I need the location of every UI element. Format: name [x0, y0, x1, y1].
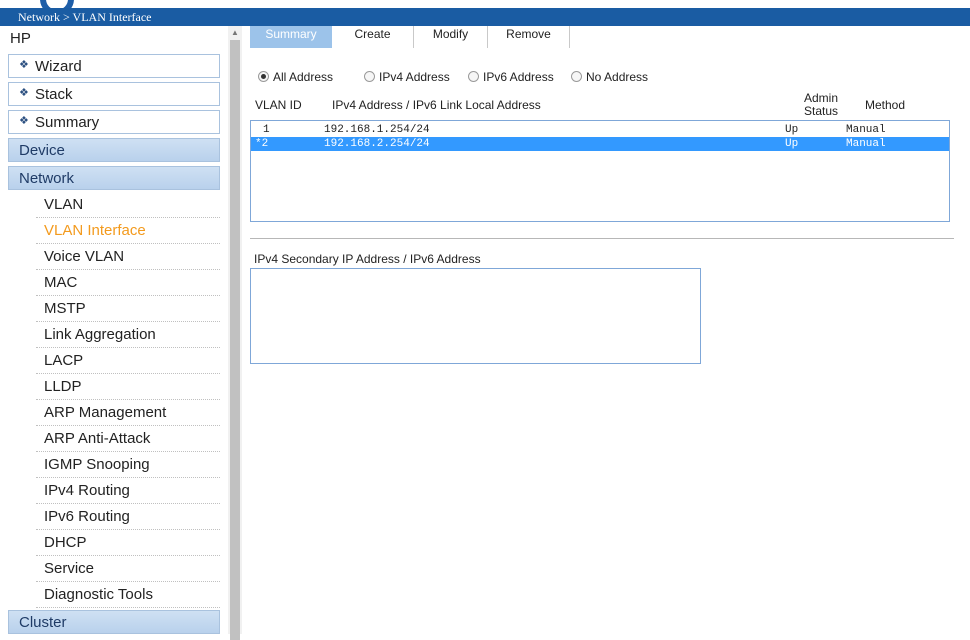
sidebar-item-arp-management[interactable]: ARP Management [36, 400, 220, 426]
radio-no-address[interactable]: No Address [571, 70, 648, 84]
sidebar-item-label: VLAN Interface [44, 222, 146, 239]
main-content: Summary Create Modify Remove All Address… [242, 26, 970, 634]
cell-address: 192.168.1.254/24 [324, 124, 430, 136]
radio-ipv6-address[interactable]: IPv6 Address [468, 70, 554, 84]
sidebar-item-ipv4-routing[interactable]: IPv4 Routing [36, 478, 220, 504]
sidebar-item-service[interactable]: Service [36, 556, 220, 582]
sidebar-item-vlan[interactable]: VLAN [36, 192, 220, 218]
sidebar-category-label: Device [19, 142, 65, 159]
table-row[interactable]: 1 192.168.1.254/24 Up Manual [251, 123, 949, 137]
sidebar-category-cluster[interactable]: Cluster [8, 610, 220, 634]
sidebar-item-arp-anti-attack[interactable]: ARP Anti-Attack [36, 426, 220, 452]
radio-selected-icon[interactable] [258, 71, 269, 82]
sidebar-item-wizard[interactable]: ❖ Wizard [8, 54, 220, 78]
column-header-method: Method [865, 98, 906, 112]
column-header-admin-status: Admin Status [804, 92, 838, 118]
radio-label: IPv6 Address [483, 70, 554, 84]
radio-label: IPv4 Address [379, 70, 450, 84]
sidebar-category-label: Network [19, 170, 75, 187]
radio-unselected-icon[interactable] [571, 71, 582, 82]
sidebar-item-label: LLDP [44, 378, 82, 395]
sidebar-item-label: Stack [35, 86, 73, 103]
sidebar-item-label: Link Aggregation [44, 326, 156, 343]
sidebar-item-mstp[interactable]: MSTP [36, 296, 220, 322]
diamond-bullet-icon: ❖ [19, 87, 29, 99]
cell-method: Manual [846, 124, 886, 136]
cell-admin-status: Up [785, 138, 799, 150]
secondary-address-table[interactable] [250, 268, 701, 364]
sidebar-item-label: IPv6 Routing [44, 508, 130, 525]
cell-admin-status: Up [785, 124, 799, 136]
secondary-address-label: IPv4 Secondary IP Address / IPv6 Address [254, 252, 481, 266]
diamond-bullet-icon: ❖ [19, 59, 29, 71]
sidebar-item-lldp[interactable]: LLDP [36, 374, 220, 400]
sidebar-item-label: IPv4 Routing [44, 482, 130, 499]
sidebar-item-label: MAC [44, 274, 78, 291]
sidebar-item-igmp-snooping[interactable]: IGMP Snooping [36, 452, 220, 478]
sidebar: HP ❖ Wizard ❖ Stack ❖ Summary Device Net… [0, 26, 228, 634]
radio-unselected-icon[interactable] [468, 71, 479, 82]
radio-unselected-icon[interactable] [364, 71, 375, 82]
table-row-selected[interactable]: *2 192.168.2.254/24 Up Manual [251, 137, 949, 151]
breadcrumb-bar: Network > VLAN Interface [0, 8, 970, 26]
cell-vlan-id: *2 [255, 138, 269, 150]
sidebar-category-device[interactable]: Device [8, 138, 220, 162]
sidebar-item-dhcp[interactable]: DHCP [36, 530, 220, 556]
sidebar-root-hp[interactable]: HP [10, 30, 31, 47]
sidebar-item-diagnostic-tools[interactable]: Diagnostic Tools [36, 582, 220, 608]
cell-address: 192.168.2.254/24 [324, 138, 430, 150]
section-divider [250, 238, 954, 239]
column-header-address: IPv4 Address / IPv6 Link Local Address [332, 98, 541, 112]
sidebar-category-label: Cluster [19, 614, 67, 631]
sidebar-item-ipv6-routing[interactable]: IPv6 Routing [36, 504, 220, 530]
sidebar-item-lacp[interactable]: LACP [36, 348, 220, 374]
tab-remove[interactable]: Remove [488, 26, 570, 48]
radio-label: All Address [273, 70, 334, 84]
diamond-bullet-icon: ❖ [19, 115, 29, 127]
tab-create[interactable]: Create [332, 26, 414, 48]
sidebar-item-voice-vlan[interactable]: Voice VLAN [36, 244, 220, 270]
breadcrumb: Network > VLAN Interface [18, 10, 152, 24]
sidebar-item-label: LACP [44, 352, 84, 369]
sidebar-item-label: Summary [35, 114, 100, 131]
sidebar-item-mac[interactable]: MAC [36, 270, 220, 296]
tab-summary[interactable]: Summary [250, 26, 332, 48]
sidebar-item-label: IGMP Snooping [44, 456, 150, 473]
sidebar-item-label: VLAN [44, 196, 84, 213]
sidebar-item-label: ARP Anti-Attack [44, 430, 151, 447]
sidebar-category-network[interactable]: Network [8, 166, 220, 190]
sidebar-item-vlan-interface[interactable]: VLAN Interface [36, 218, 220, 244]
vlan-interface-table: 1 192.168.1.254/24 Up Manual *2 192.168.… [250, 120, 950, 222]
column-header-vlan-id: VLAN ID [255, 98, 302, 112]
sidebar-item-label: DHCP [44, 534, 87, 551]
sidebar-item-label: Wizard [35, 58, 82, 75]
scroll-up-arrow-icon[interactable]: ▲ [231, 28, 239, 37]
sidebar-item-label: Diagnostic Tools [44, 586, 153, 603]
sidebar-item-label: Voice VLAN [44, 248, 125, 265]
tab-modify[interactable]: Modify [414, 26, 488, 48]
column-header-admin-line2: Status [804, 104, 839, 118]
sidebar-item-stack[interactable]: ❖ Stack [8, 82, 220, 106]
radio-all-address[interactable]: All Address [258, 70, 333, 84]
sidebar-item-label: Service [44, 560, 95, 577]
sidebar-scrollbar[interactable]: ▲ [228, 26, 242, 640]
scrollbar-thumb[interactable] [230, 40, 240, 640]
sidebar-item-summary[interactable]: ❖ Summary [8, 110, 220, 134]
radio-ipv4-address[interactable]: IPv4 Address [364, 70, 450, 84]
radio-label: No Address [586, 70, 649, 84]
sidebar-item-label: MSTP [44, 300, 86, 317]
sidebar-item-label: ARP Management [44, 404, 167, 421]
cell-method: Manual [846, 138, 886, 150]
sidebar-item-link-aggregation[interactable]: Link Aggregation [36, 322, 220, 348]
cell-vlan-id: 1 [263, 124, 270, 136]
